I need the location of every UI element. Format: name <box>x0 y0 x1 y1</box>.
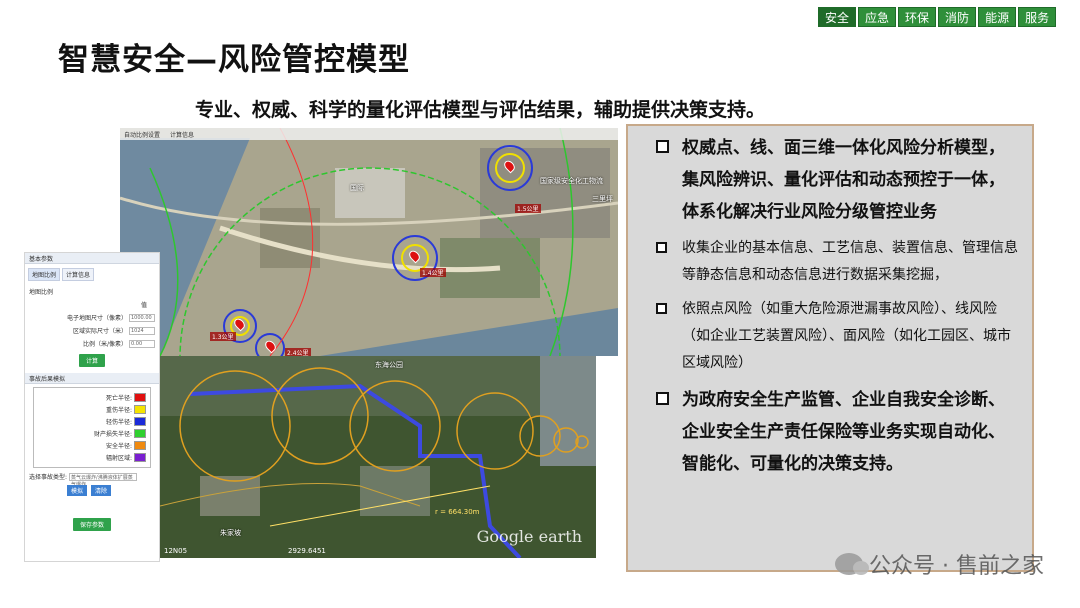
distance-label: 1.5公里 <box>515 204 541 213</box>
param-row: 比例（米/像素） 0.00 <box>29 339 155 348</box>
param-label: 比例（米/像素） <box>82 341 127 348</box>
panel-section-title: 地图比例 <box>29 289 54 296</box>
tab-energy[interactable]: 能源 <box>978 7 1017 27</box>
page-subtitle: 专业、权威、科学的量化评估模型与评估结果，辅助提供决策支持。 <box>195 99 766 121</box>
map-toolbar: 自动比例设置 计算信息 <box>120 128 618 140</box>
param-row: 区域实际尺寸（米） 1024 <box>29 326 155 335</box>
square-bullet-icon <box>656 303 667 314</box>
action-row: 模拟 清除 <box>65 485 155 496</box>
square-bullet-icon <box>656 242 667 253</box>
accident-type-select[interactable]: 蒸气云爆炸/沸腾液体扩展蒸气爆炸 <box>69 472 138 488</box>
map-coordinate: 12N05 <box>164 547 188 555</box>
map-top-imagery <box>120 128 618 356</box>
param-input[interactable]: 1000.00 <box>129 313 155 322</box>
radius-readout: r = 664.30m <box>435 508 480 516</box>
param-input[interactable]: 1024 <box>129 326 155 335</box>
param-label: 电子地图尺寸（像素） <box>66 315 127 322</box>
page-title: 智慧安全—风险管控模型 <box>58 42 410 78</box>
color-swatch[interactable] <box>134 405 146 414</box>
map-place-name: 三里坪 <box>592 195 613 203</box>
color-swatch[interactable] <box>134 429 146 438</box>
tab-service[interactable]: 服务 <box>1018 7 1057 27</box>
legend-row: 重伤半径: <box>38 405 146 414</box>
bullet-item: 为政府安全生产监管、企业自我安全诊断、企业安全生产责任保险等业务实现自动化、智能… <box>656 384 1018 480</box>
tab-environment[interactable]: 环保 <box>898 7 937 27</box>
panel-tabs: 地图比例 计算信息 <box>25 264 159 285</box>
map-place-name: 东海公园 <box>375 361 403 369</box>
legend-row: 安全半径: <box>38 441 146 450</box>
panel-header: 基本参数 <box>25 253 159 264</box>
column-header: 值 <box>29 300 147 309</box>
save-row: 保存参数 <box>29 518 155 531</box>
legend-header: 事故后果模拟 <box>25 373 159 384</box>
square-bullet-icon <box>656 140 669 153</box>
feature-description-box: 权威点、线、面三维一体化风险分析模型，集风险辨识、量化评估和动态预控于一体，体系… <box>626 124 1034 572</box>
watermark: 公众号 · 售前之家 <box>835 548 1044 580</box>
param-input[interactable]: 0.00 <box>129 339 155 348</box>
risk-map-top[interactable]: 自动比例设置 计算信息 1.5公里 1.4公里 1.3公里 2.4公里 国家级安… <box>120 128 618 356</box>
radius-legend: 死亡半径: 重伤半径: 轻伤半径: 财产损失半径: 安全半径: 辐射区域: <box>33 387 151 468</box>
legend-label: 轻伤半径: <box>105 419 132 426</box>
save-parameters-button[interactable]: 保存参数 <box>72 518 111 531</box>
param-label: 区域实际尺寸（米） <box>72 328 127 335</box>
bullet-text: 收集企业的基本信息、工艺信息、装置信息、管理信息等静态信息和动态信息进行数据采集… <box>682 240 1018 283</box>
color-swatch[interactable] <box>134 441 146 450</box>
bullet-item: 权威点、线、面三维一体化风险分析模型，集风险辨识、量化评估和动态预控于一体，体系… <box>656 132 1018 228</box>
accident-type-row: 选择事故类型: 蒸气云爆炸/沸腾液体扩展蒸气爆炸 <box>29 472 155 488</box>
param-row: 电子地图尺寸（像素） 1000.00 <box>29 313 155 322</box>
legend-label: 重伤半径: <box>105 407 132 414</box>
color-swatch[interactable] <box>134 393 146 402</box>
map-place-name: 国际 <box>350 184 364 192</box>
column-header-label: 值 <box>140 302 147 309</box>
distance-label: 2.4公里 <box>285 348 311 356</box>
google-earth-logo: Google earth <box>476 527 582 546</box>
legend-row: 辐射区域: <box>38 453 146 462</box>
risk-map-bottom[interactable]: 东海公园 朱家坡 r = 664.30m 2929.6451 12N05 Goo… <box>160 356 596 558</box>
clear-button[interactable]: 清除 <box>91 485 112 496</box>
tab-safety[interactable]: 安全 <box>818 7 857 27</box>
category-tabs: 安全 应急 环保 消防 能源 服务 <box>818 7 1057 27</box>
square-bullet-icon <box>656 392 669 405</box>
bullet-text: 权威点、线、面三维一体化风险分析模型，集风险辨识、量化评估和动态预控于一体，体系… <box>682 138 1005 222</box>
legend-label: 安全半径: <box>105 443 132 450</box>
legend-label: 财产损失半径: <box>93 431 132 438</box>
wechat-icon <box>835 553 870 575</box>
panel-tab-scale[interactable]: 地图比例 <box>28 268 61 281</box>
accident-type-label: 选择事故类型: <box>29 474 68 481</box>
bullet-text: 依照点风险（如重大危险源泄漏事故风险）、线风险（如企业工艺装置风险）、面风险（如… <box>682 301 1011 371</box>
parameter-panel: 基本参数 地图比例 计算信息 地图比例 值 电子地图尺寸（像素） 1000.00… <box>24 252 160 562</box>
distance-label: 1.3公里 <box>210 332 236 341</box>
map-place-name: 国家级安全化工物流 <box>540 177 603 185</box>
toolbar-item-scale[interactable]: 自动比例设置 <box>124 130 160 139</box>
apply-row: 计算 <box>29 354 155 367</box>
color-swatch[interactable] <box>134 417 146 426</box>
tab-emergency[interactable]: 应急 <box>858 7 897 27</box>
bullet-text: 为政府安全生产监管、企业自我安全诊断、企业安全生产责任保险等业务实现自动化、智能… <box>682 390 1005 474</box>
map-scale: 2929.6451 <box>288 547 326 555</box>
calculate-button[interactable]: 计算 <box>78 354 105 367</box>
legend-label: 辐射区域: <box>105 455 132 462</box>
bullet-item: 依照点风险（如重大危险源泄漏事故风险）、线风险（如企业工艺装置风险）、面风险（如… <box>656 296 1018 377</box>
color-swatch[interactable] <box>134 453 146 462</box>
map-place-name: 朱家坡 <box>220 529 241 537</box>
toolbar-item-info[interactable]: 计算信息 <box>170 130 194 139</box>
panel-tab-info[interactable]: 计算信息 <box>62 268 95 281</box>
distance-label: 1.4公里 <box>420 268 446 277</box>
legend-row: 轻伤半径: <box>38 417 146 426</box>
simulate-button[interactable]: 模拟 <box>67 485 88 496</box>
watermark-text: 公众号 · 售前之家 <box>869 554 1044 579</box>
legend-row: 财产损失半径: <box>38 429 146 438</box>
bullet-item: 收集企业的基本信息、工艺信息、装置信息、管理信息等静态信息和动态信息进行数据采集… <box>656 235 1018 289</box>
tab-fire[interactable]: 消防 <box>938 7 977 27</box>
legend-row: 死亡半径: <box>38 393 146 402</box>
legend-label: 死亡半径: <box>105 395 132 402</box>
